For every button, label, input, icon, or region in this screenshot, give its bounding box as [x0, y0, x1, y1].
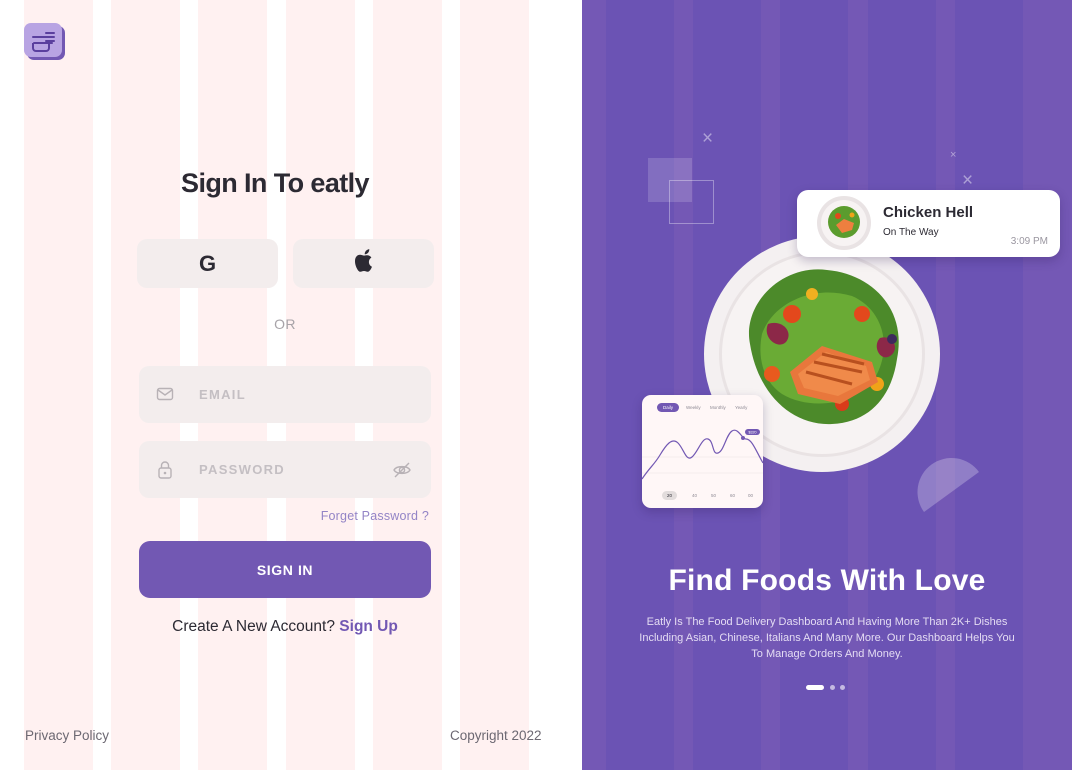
- chart-x-tick: 60: [730, 493, 736, 498]
- password-field[interactable]: [139, 441, 431, 498]
- email-input[interactable]: [199, 366, 389, 423]
- chart-badge: $320: [749, 430, 757, 434]
- hide-password-icon[interactable]: [392, 460, 412, 485]
- mini-chart-card: Daily Weekly Monthly Yearly $320 20 40 5…: [642, 395, 763, 508]
- promo-title: Find Foods With Love: [668, 564, 986, 597]
- carousel-dot[interactable]: [830, 685, 835, 690]
- password-input[interactable]: [199, 441, 389, 498]
- copyright-text: Copyright 2022: [450, 728, 542, 743]
- order-status-text: On The Way: [883, 227, 939, 238]
- forgot-password-link[interactable]: Forget Password ?: [321, 509, 429, 523]
- decorative-cross-icon: ×: [702, 128, 714, 149]
- decorative-cross-icon: ×: [962, 170, 974, 191]
- promo-panel: × × × Chicken Hell On The Way 3:09 PM Da…: [582, 0, 1072, 770]
- sign-in-button[interactable]: SIGN IN: [139, 541, 431, 598]
- lock-icon: [156, 460, 174, 485]
- mini-chart-line: $320: [642, 429, 763, 480]
- chart-x-tick: 50: [711, 493, 717, 498]
- page-title: Sign In To eatly: [181, 168, 370, 198]
- carousel-dot[interactable]: [840, 685, 845, 690]
- promo-description: Eatly Is The Food Delivery Dashboard And…: [639, 616, 1015, 660]
- eatly-logo-icon[interactable]: [24, 23, 66, 61]
- chart-x-tick: 40: [692, 493, 698, 498]
- create-account-prompt: Create A New Account? Sign Up: [139, 618, 431, 636]
- decorative-cross-icon: ×: [950, 149, 957, 161]
- sign-up-link[interactable]: Sign Up: [339, 618, 398, 635]
- chart-tab: Daily: [657, 403, 680, 412]
- order-status-card: Chicken Hell On The Way 3:09 PM: [797, 190, 1060, 257]
- apple-icon: [353, 249, 375, 278]
- privacy-policy-link[interactable]: Privacy Policy: [25, 728, 109, 743]
- mail-icon: [156, 385, 174, 408]
- google-icon: G: [198, 250, 217, 276]
- google-signin-button[interactable]: G: [137, 239, 278, 288]
- chart-x-tick: 00: [748, 493, 754, 498]
- chart-tab: Weekly: [686, 405, 701, 410]
- email-field[interactable]: [139, 366, 431, 423]
- food-thumbnail: [816, 195, 872, 251]
- chart-x-tick: 20: [662, 491, 678, 500]
- decorative-square-outline: [669, 180, 714, 224]
- apple-signin-button[interactable]: [293, 239, 434, 288]
- chart-tab: Yearly: [735, 405, 748, 410]
- or-divider: OR: [274, 316, 296, 332]
- grid-stripe: [24, 0, 93, 770]
- carousel-dot-active[interactable]: [806, 685, 824, 690]
- order-time: 3:09 PM: [1010, 236, 1048, 247]
- signin-panel: Sign In To eatly G OR EMAIL Forget Passw…: [0, 0, 582, 770]
- chart-tab: Monthly: [710, 405, 726, 410]
- grid-stripe: [460, 0, 529, 770]
- order-item-name: Chicken Hell: [883, 204, 974, 221]
- create-account-text: Create A New Account?: [172, 618, 335, 635]
